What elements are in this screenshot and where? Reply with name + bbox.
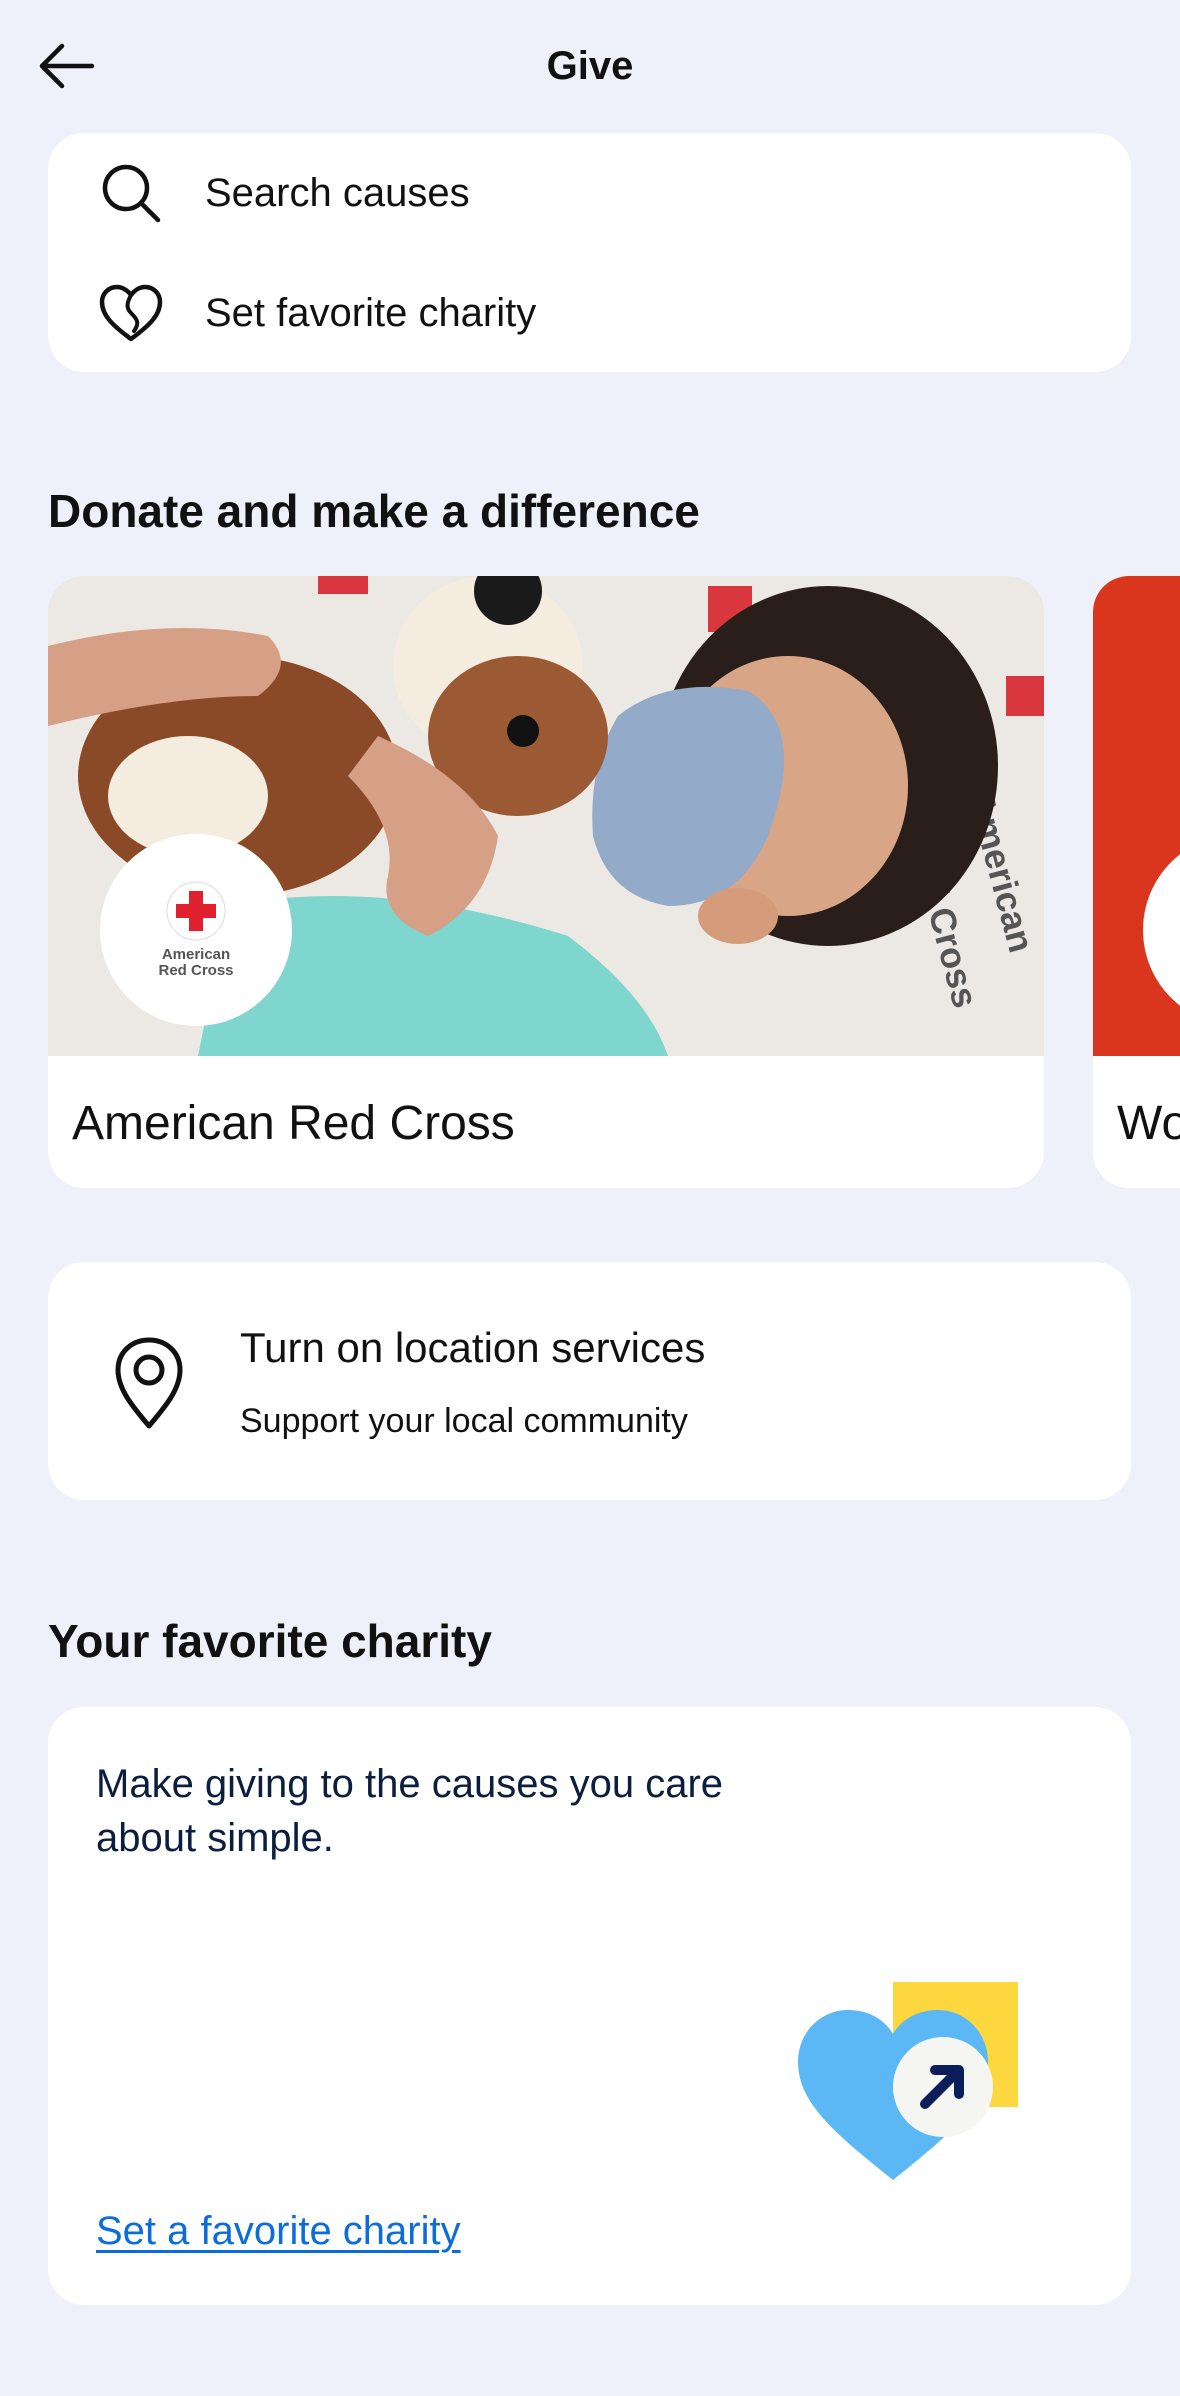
charity-carousel[interactable]: American Red Cross American Red Cross Am… <box>0 576 1180 1188</box>
charity-logo-text: American Red Cross <box>158 946 234 979</box>
charity-name: Wo <box>1117 1097 1180 1150</box>
search-causes-label: Search causes <box>205 170 470 215</box>
actions-card: Search causes Set favorite charity <box>48 133 1131 372</box>
location-pin-icon <box>115 1337 183 1429</box>
charity-card-red-cross[interactable]: American Red Cross American Red Cross Am… <box>48 576 1044 1188</box>
red-cross-logo-icon <box>166 881 226 941</box>
charity-logo <box>1143 834 1180 1026</box>
search-causes-row[interactable]: Search causes <box>48 133 1131 253</box>
favorite-section-title: Your favorite charity <box>48 1615 492 1667</box>
location-services-card[interactable]: Turn on location services Support your l… <box>48 1262 1131 1500</box>
set-favorite-charity-link[interactable]: Set a favorite charity <box>96 2209 461 2254</box>
heart-icon <box>98 280 164 346</box>
page-title: Give <box>546 44 634 88</box>
search-icon <box>98 160 164 226</box>
charity-card-next[interactable]: Wo <box>1093 576 1180 1188</box>
location-subtitle: Support your local community <box>240 1402 688 1440</box>
favorite-charity-card: Make giving to the causes you care about… <box>48 1707 1131 2305</box>
favorite-description: Make giving to the causes you care about… <box>96 1762 724 1860</box>
charity-logo: American Red Cross <box>100 834 292 1026</box>
charity-name: American Red Cross <box>72 1097 515 1150</box>
heart-illustration-icon <box>798 1982 1018 2180</box>
give-screen: Give Search causes Set favorite charity <box>0 0 1180 2396</box>
donate-section-title: Donate and make a difference <box>48 485 700 537</box>
header: Give <box>0 0 1180 130</box>
charity-photo <box>1093 576 1180 1056</box>
set-favorite-charity-label: Set favorite charity <box>205 290 537 335</box>
set-favorite-charity-row[interactable]: Set favorite charity <box>48 253 1131 373</box>
location-title: Turn on location services <box>240 1324 706 1371</box>
